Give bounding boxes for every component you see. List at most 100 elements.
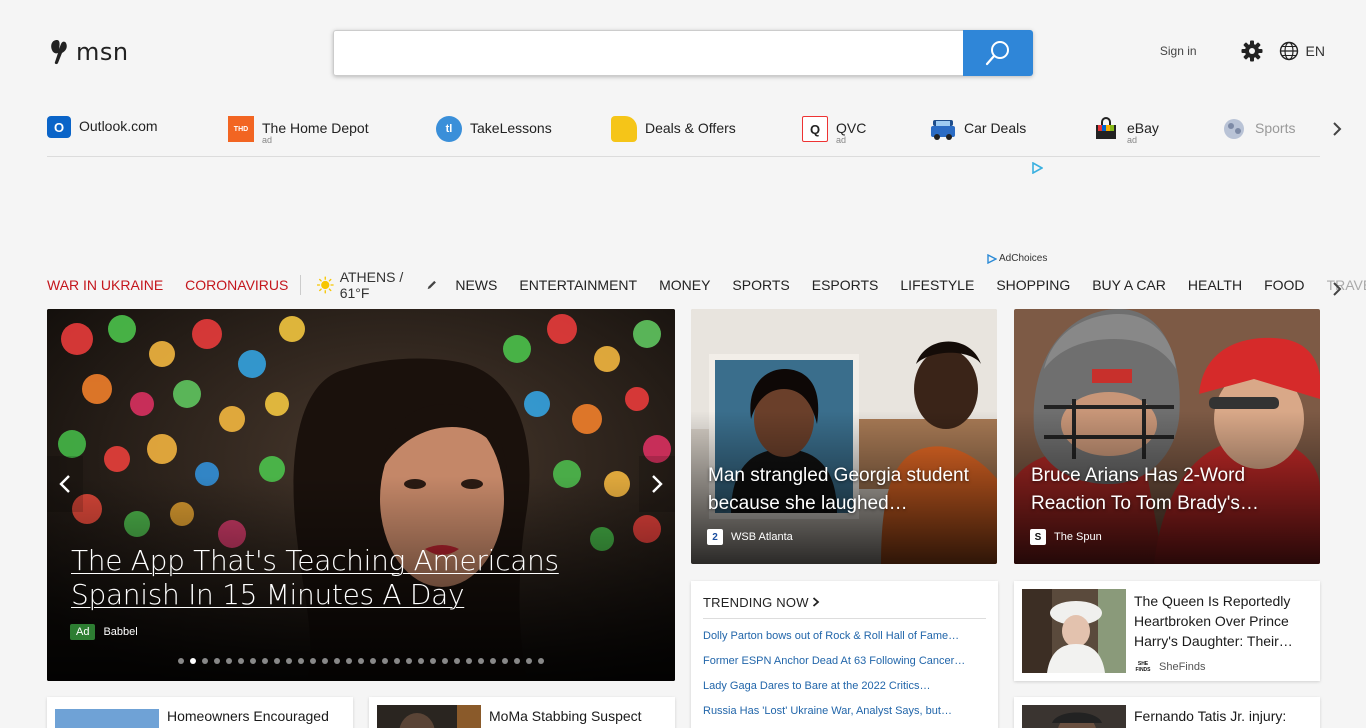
carousel-dot[interactable] — [358, 658, 364, 664]
carousel-dot[interactable] — [526, 658, 532, 664]
quicklink-ebay[interactable]: eBay ad — [1093, 116, 1159, 145]
carousel-dot[interactable] — [490, 658, 496, 664]
trending-item[interactable]: Dolly Parton bows out of Rock & Roll Hal… — [703, 630, 983, 642]
settings-button[interactable] — [1241, 40, 1263, 62]
carousel-dot[interactable] — [238, 658, 244, 664]
carousel-dot[interactable] — [418, 658, 424, 664]
nav-shopping[interactable]: SHOPPING — [996, 277, 1070, 293]
nav-topic-ukraine[interactable]: WAR IN UKRAINE — [47, 277, 163, 293]
story-queen[interactable]: The Queen Is Reportedly Heartbroken Over… — [1014, 581, 1320, 681]
hero-carousel[interactable]: The App That's Teaching Americans Spanis… — [47, 309, 675, 681]
news-card-georgia[interactable]: Man strangled Georgia student because sh… — [691, 309, 997, 564]
carousel-dot[interactable] — [178, 658, 184, 664]
carousel-dot[interactable] — [466, 658, 472, 664]
quicklink-takelessons[interactable]: tl TakeLessons — [436, 116, 552, 142]
outlook-icon: O — [47, 116, 71, 138]
carousel-dot[interactable] — [202, 658, 208, 664]
carousel-dot[interactable] — [286, 658, 292, 664]
card-source: S The Spun — [1030, 529, 1102, 545]
news-card-brady[interactable]: Bruce Arians Has 2-Word Reaction To Tom … — [1014, 309, 1320, 564]
nav-money[interactable]: MONEY — [659, 277, 710, 293]
search-button[interactable] — [963, 30, 1033, 76]
nav-entertainment[interactable]: ENTERTAINMENT — [519, 277, 637, 293]
quicklink-sports[interactable]: Sports — [1221, 116, 1295, 142]
nav-health[interactable]: HEALTH — [1188, 277, 1242, 293]
nav-buy-a-car[interactable]: BUY A CAR — [1092, 277, 1166, 293]
logo-text: msn — [76, 38, 129, 66]
carousel-dot[interactable] — [274, 658, 280, 664]
pencil-icon[interactable] — [426, 278, 438, 292]
trending-item[interactable]: Lady Gaga Dares to Bare at the 2022 Crit… — [703, 680, 983, 692]
nav-news[interactable]: NEWS — [455, 277, 497, 293]
msn-logo[interactable]: msn — [48, 38, 129, 66]
carousel-dot[interactable] — [322, 658, 328, 664]
quicklink-label: The Home Depot — [262, 120, 369, 136]
carousel-dot[interactable] — [190, 658, 196, 664]
quicklink-qvc[interactable]: Q QVC ad — [802, 116, 866, 145]
story-headline[interactable]: The Queen Is Reportedly Heartbroken Over… — [1134, 591, 1309, 651]
carousel-dot[interactable] — [310, 658, 316, 664]
carousel-dot[interactable] — [502, 658, 508, 664]
hero-image — [47, 309, 675, 681]
search-bar — [333, 30, 1033, 76]
quicklink-home-depot[interactable]: THD The Home Depot ad — [228, 116, 369, 145]
carousel-dot[interactable] — [454, 658, 460, 664]
carousel-dot[interactable] — [394, 658, 400, 664]
trending-heading[interactable]: TRENDING NOW — [703, 595, 820, 610]
story-thumbnail — [377, 705, 481, 728]
hero-next-button[interactable] — [639, 456, 675, 512]
story-headline[interactable]: Fernando Tatis Jr. injury: — [1134, 706, 1309, 726]
carousel-dot[interactable] — [226, 658, 232, 664]
carousel-dot[interactable] — [214, 658, 220, 664]
carousel-dot[interactable] — [538, 658, 544, 664]
carousel-dot[interactable] — [478, 658, 484, 664]
nav-topic-coronavirus[interactable]: CORONAVIRUS — [185, 277, 288, 293]
chevron-right-icon — [813, 597, 820, 607]
story-moma[interactable]: MoMa Stabbing Suspect — [369, 697, 675, 728]
sign-in-link[interactable]: Sign in — [1160, 44, 1197, 58]
card-image — [691, 309, 997, 564]
carousel-dot[interactable] — [430, 658, 436, 664]
shefinds-logo-icon: SHE FINDS — [1135, 661, 1151, 673]
quicklink-deals[interactable]: Deals & Offers — [611, 116, 736, 142]
search-input[interactable] — [333, 30, 963, 76]
carousel-dot[interactable] — [346, 658, 352, 664]
card-headline[interactable]: Man strangled Georgia student because sh… — [708, 462, 993, 518]
car-icon — [930, 116, 956, 142]
carousel-dot[interactable] — [406, 658, 412, 664]
carousel-dot[interactable] — [442, 658, 448, 664]
nav-sports[interactable]: SPORTS — [732, 277, 789, 293]
ad-play-icon[interactable] — [1031, 162, 1043, 174]
carousel-dot[interactable] — [514, 658, 520, 664]
carousel-dot[interactable] — [382, 658, 388, 664]
nav-esports[interactable]: ESPORTS — [812, 277, 879, 293]
quicklinks-next-button[interactable] — [1327, 118, 1347, 140]
trending-item[interactable]: Former ESPN Anchor Dead At 63 Following … — [703, 655, 983, 667]
story-headline[interactable]: MoMa Stabbing Suspect — [489, 706, 664, 726]
hero-prev-button[interactable] — [47, 456, 83, 512]
quicklink-label: TakeLessons — [470, 120, 552, 136]
card-headline[interactable]: Bruce Arians Has 2-Word Reaction To Tom … — [1031, 462, 1316, 518]
weather-widget[interactable]: ATHENS / 61°F — [317, 269, 437, 301]
story-tatis[interactable]: Fernando Tatis Jr. injury: — [1014, 697, 1320, 728]
carousel-dot[interactable] — [262, 658, 268, 664]
carousel-dot[interactable] — [298, 658, 304, 664]
language-selector[interactable]: EN — [1279, 41, 1325, 61]
nav-lifestyle[interactable]: LIFESTYLE — [900, 277, 974, 293]
carousel-dot[interactable] — [334, 658, 340, 664]
carousel-dot[interactable] — [370, 658, 376, 664]
adchoices-label: AdChoices — [999, 253, 1048, 264]
carousel-dot[interactable] — [250, 658, 256, 664]
adchoices-link[interactable]: AdChoices — [987, 253, 1047, 264]
hero-headline[interactable]: The App That's Teaching Americans Spanis… — [71, 544, 661, 612]
nav-next-button[interactable] — [1327, 278, 1347, 300]
story-homeowners[interactable]: Homeowners Encouraged to — [47, 697, 353, 728]
story-headline[interactable]: Homeowners Encouraged to — [167, 706, 342, 728]
price-tag-icon — [611, 116, 637, 142]
quicklink-car-deals[interactable]: Car Deals — [930, 116, 1026, 142]
hero-source-name: Babbel — [103, 626, 138, 638]
card-source: 2 WSB Atlanta — [707, 529, 793, 545]
quicklink-outlook[interactable]: O Outlook.com — [47, 116, 158, 138]
nav-food[interactable]: FOOD — [1264, 277, 1304, 293]
trending-item[interactable]: Russia Has 'Lost' Ukraine War, Analyst S… — [703, 705, 983, 717]
